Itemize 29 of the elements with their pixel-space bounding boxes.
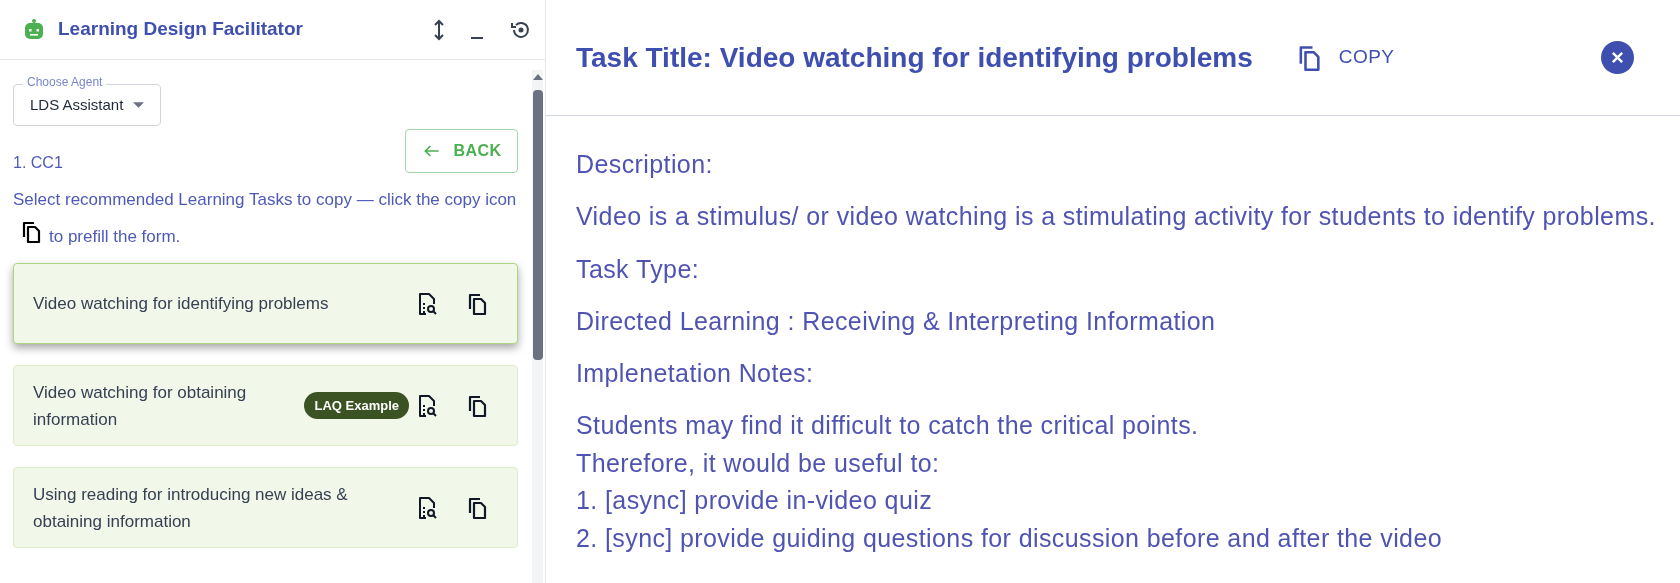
field-value: Therefore, it would be useful to: (576, 447, 940, 479)
instruction-text: Select recommended Learning Tasks to copy — click the copy icon (13, 190, 517, 209)
robot-icon (22, 17, 46, 42)
field-value: Directed Learning : Receiving & Interpreting Information (576, 305, 1216, 337)
scrollbar[interactable] (532, 70, 543, 583)
field-value: 1. [async] provide in-video quiz (576, 485, 933, 516)
task-card[interactable]: Video watching for obtaining information LAQ Example (13, 365, 518, 446)
instruction-text: to prefill the form. (49, 227, 181, 246)
copy-button[interactable]: COPY (1286, 39, 1403, 76)
resize-vertical-icon[interactable] (433, 17, 445, 42)
task-title: Video watching for identifying problems (33, 293, 330, 315)
field-label: Description: (576, 149, 713, 180)
section-heading: 1. CC1 (13, 153, 63, 173)
dropdown-caret-icon (133, 102, 144, 108)
field-value: 2. [sync] provide guiding questions for discussion before and after the video (576, 522, 1443, 554)
agent-select-label: Choose Agent (23, 74, 107, 90)
close-button[interactable] (1601, 41, 1634, 74)
field-label: Task Type: (576, 253, 700, 285)
field-value: Video is a stimulus/ or video watching is a stimulating activity for students to identify problems. (576, 201, 1656, 232)
task-title-heading: Task Title: Video watching for identifying problems (576, 40, 1253, 75)
close-icon (1611, 51, 1624, 64)
laq-example-badge: LAQ Example (304, 391, 409, 420)
task-title: Using reading for introducing new ideas & obtaining information (33, 483, 349, 533)
task-title: Video watching for obtaining information (33, 381, 248, 431)
field-label: Implenetation Notes: (576, 358, 814, 389)
task-card[interactable]: Using reading for introducing new ideas & obtaining information (13, 467, 518, 548)
panel-title: Learning Design Facilitator (58, 17, 303, 42)
task-card[interactable]: Video watching for identifying problems (13, 263, 518, 344)
field-value: Students may find it difficult to catch the critical points. (576, 410, 1199, 441)
